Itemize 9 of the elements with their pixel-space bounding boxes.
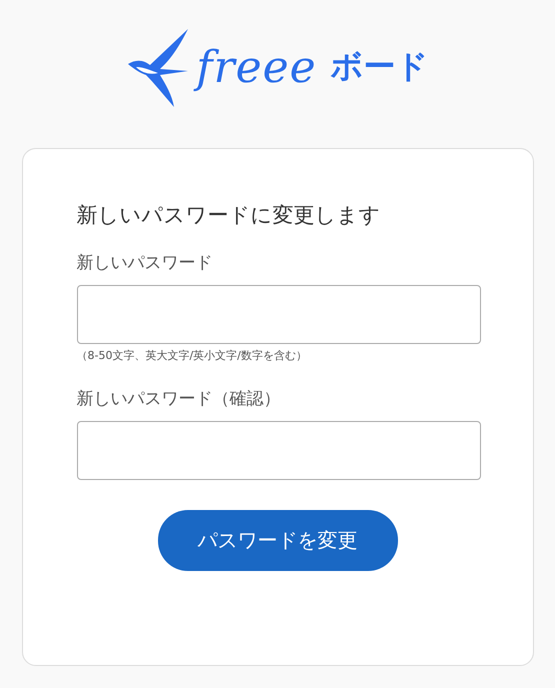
brand-logo: freee [196,42,317,92]
field-label: 新しいパスワード（確認） [76,388,282,410]
submit-button[interactable]: パスワードを変更 [158,510,398,571]
field-label: 新しいパスワード [76,252,214,274]
product-name: ボード [330,46,429,87]
form-title: 新しいパスワードに変更します [76,202,382,229]
password-field[interactable] [76,285,480,344]
field-hint: （8-50文字、英大文字/英小文字/数字を含む） [76,348,308,363]
password-field[interactable] [76,421,480,480]
